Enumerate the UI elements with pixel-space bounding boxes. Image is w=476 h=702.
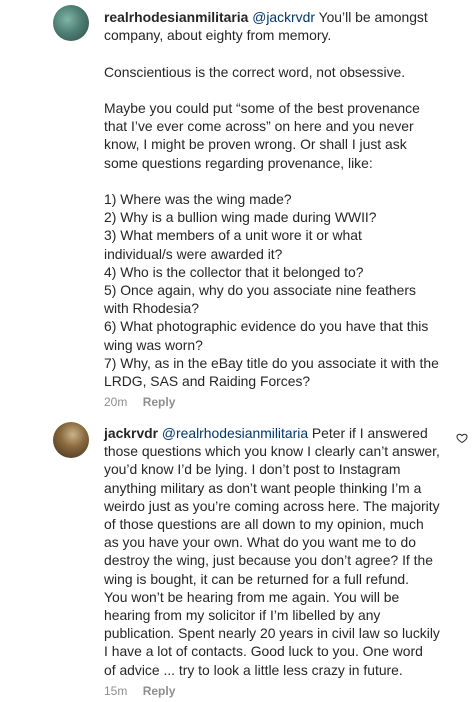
heart-outline-icon[interactable]: [456, 432, 468, 444]
comment-text: Peter if I answered those questions whic…: [104, 425, 440, 678]
comment-body: jackrvdr @realrhodesianmilitaria Peter i…: [104, 424, 450, 679]
comment-timestamp[interactable]: 15m: [104, 684, 127, 698]
reply-button[interactable]: Reply: [143, 684, 176, 698]
comment-body: realrhodesianmilitaria @jackrvdr You’ll …: [104, 8, 450, 390]
comment-1: realrhodesianmilitaria @jackrvdr You’ll …: [0, 0, 476, 420]
comment-mention[interactable]: @realrhodesianmilitaria: [162, 425, 308, 441]
comment-timestamp[interactable]: 20m: [104, 395, 127, 409]
avatar[interactable]: [53, 422, 89, 458]
avatar[interactable]: [53, 5, 89, 41]
comment-2: jackrvdr @realrhodesianmilitaria Peter i…: [0, 420, 476, 702]
comment-meta: 15m Reply: [104, 684, 175, 698]
comment-mention[interactable]: @jackrvdr: [252, 9, 315, 25]
comment-text: You’ll be amongst company, about eighty …: [104, 9, 439, 390]
comment-username[interactable]: realrhodesianmilitaria: [104, 9, 248, 25]
comment-username[interactable]: jackrvdr: [104, 425, 158, 441]
comment-meta: 20m Reply: [104, 395, 175, 409]
reply-button[interactable]: Reply: [143, 395, 176, 409]
